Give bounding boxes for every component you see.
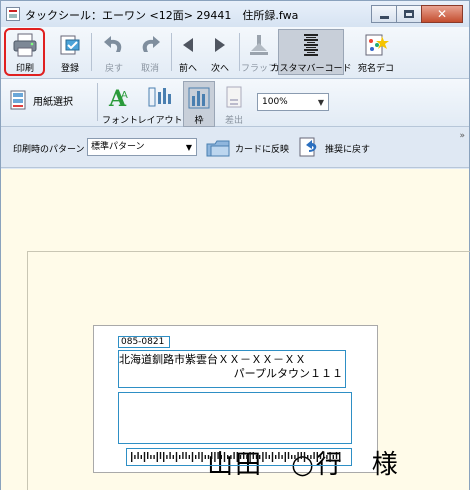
custom-barcode-label: カスタマバーコード bbox=[270, 64, 352, 74]
window-title: タックシール：エーワン <12面> 29441 住所録.fwa bbox=[25, 9, 299, 22]
redo-arrow-icon bbox=[136, 31, 164, 59]
deco-icon bbox=[362, 31, 390, 59]
label-preview[interactable]: 085-0821 北海道釧路市紫雲台ＸＸ－ＸＸ－ＸＸ パープルタウン１１１ 山田… bbox=[93, 325, 398, 480]
frame-button[interactable]: 枠 bbox=[183, 81, 215, 127]
print-button[interactable]: 印刷 bbox=[7, 29, 43, 75]
design-canvas[interactable]: 085-0821 北海道釧路市紫雲台ＸＸ－ＸＸ－ＸＸ パープルタウン１１１ 山田… bbox=[1, 169, 470, 490]
sender-button[interactable]: 差出 bbox=[219, 81, 249, 127]
address-field[interactable]: 北海道釧路市紫雲台ＸＸ－ＸＸ－ＸＸ パープルタウン１１１ bbox=[118, 350, 346, 388]
register-button[interactable]: 登録 bbox=[53, 29, 87, 75]
window-controls: ✕ bbox=[371, 5, 463, 23]
register-label: 登録 bbox=[60, 64, 79, 74]
separator bbox=[91, 33, 92, 71]
custom-barcode-button[interactable]: カスタマバーコード bbox=[271, 29, 352, 75]
undo-arrow-icon bbox=[100, 31, 128, 59]
separator bbox=[239, 33, 240, 71]
register-icon bbox=[56, 31, 84, 59]
main-toolbar: 印刷 登録 戻す 取消 前へ 次へ フラップ カスタマバーコード 宛名デコ bbox=[1, 27, 469, 79]
layout-label: レイアウト bbox=[137, 116, 183, 126]
sender-label: 差出 bbox=[224, 116, 243, 126]
minimize-button[interactable] bbox=[371, 5, 397, 23]
flap-icon bbox=[245, 31, 273, 59]
close-button[interactable]: ✕ bbox=[421, 5, 463, 23]
maximize-icon bbox=[404, 10, 414, 18]
pattern-label: 印刷時のパターン bbox=[13, 145, 85, 155]
card-apply-icon bbox=[205, 136, 233, 160]
layout-icon bbox=[146, 83, 174, 111]
pattern-select[interactable]: 標準パターン ▼ bbox=[87, 138, 197, 156]
customer-barcode bbox=[131, 452, 341, 462]
font-icon: AA bbox=[106, 83, 134, 111]
zoom-select[interactable]: 100% ▼ bbox=[257, 93, 329, 111]
restore-icon bbox=[297, 136, 323, 160]
recipient-name-field[interactable]: 山田 ○行 様 bbox=[118, 392, 398, 480]
printer-icon bbox=[11, 31, 39, 59]
paper-select-button[interactable]: 用紙選択 bbox=[9, 89, 73, 111]
next-button[interactable]: 次へ bbox=[207, 29, 233, 75]
separator bbox=[171, 33, 172, 71]
postal-code-field[interactable]: 085-0821 bbox=[118, 336, 170, 348]
close-icon: ✕ bbox=[436, 7, 448, 21]
font-label: フォント bbox=[102, 116, 139, 126]
barcode-icon bbox=[297, 32, 325, 59]
maximize-button[interactable] bbox=[396, 5, 422, 23]
toolbar-overflow-icon[interactable]: » bbox=[459, 131, 465, 141]
address-deco-button[interactable]: 宛名デコ bbox=[353, 29, 399, 75]
address-deco-label: 宛名デコ bbox=[357, 64, 394, 74]
postal-code-text: 085-0821 bbox=[121, 337, 165, 347]
pattern-value: 標準パターン bbox=[91, 142, 145, 152]
zoom-value: 100% bbox=[262, 97, 288, 107]
restore-recommended-label: 推奨に戻す bbox=[325, 144, 371, 155]
paper-icon bbox=[9, 89, 31, 111]
application-window: タックシール：エーワン <12面> 29441 住所録.fwa ✕ 印刷 登録 bbox=[0, 0, 470, 490]
prev-button[interactable]: 前へ bbox=[175, 29, 201, 75]
pattern-toolbar: 印刷時のパターン 標準パターン ▼ カードに反映 推奨に戻す bbox=[1, 128, 469, 168]
font-button[interactable]: AA フォント bbox=[102, 81, 139, 127]
chevron-down-icon: ▼ bbox=[317, 98, 324, 107]
undo-label: 戻す bbox=[104, 64, 123, 74]
app-icon[interactable] bbox=[6, 7, 20, 21]
layout-button[interactable]: レイアウト bbox=[138, 81, 183, 127]
separator bbox=[97, 83, 98, 121]
address-line2: パープルタウン１１１ bbox=[233, 367, 343, 380]
title-bar[interactable]: タックシール：エーワン <12面> 29441 住所録.fwa ✕ bbox=[1, 1, 469, 27]
chevron-down-icon: ▼ bbox=[185, 143, 192, 152]
prev-label: 前へ bbox=[178, 64, 197, 74]
undo-button[interactable]: 戻す bbox=[97, 29, 131, 75]
svg-text:A: A bbox=[121, 90, 128, 101]
print-label: 印刷 bbox=[15, 64, 34, 74]
apply-to-card-button[interactable]: カードに反映 bbox=[205, 136, 289, 160]
left-triangle-icon bbox=[174, 31, 202, 59]
cancel-label: 取消 bbox=[140, 64, 159, 74]
sender-icon bbox=[220, 83, 248, 111]
apply-to-card-label: カードに反映 bbox=[235, 144, 290, 155]
frame-label: 枠 bbox=[194, 116, 204, 126]
next-label: 次へ bbox=[210, 64, 229, 74]
customer-barcode-field[interactable] bbox=[126, 448, 352, 466]
paper-select-label: 用紙選択 bbox=[33, 96, 73, 108]
redo-cancel-button[interactable]: 取消 bbox=[133, 29, 167, 75]
right-triangle-icon bbox=[206, 31, 234, 59]
restore-recommended-button[interactable]: 推奨に戻す bbox=[297, 136, 370, 160]
minimize-icon bbox=[379, 15, 389, 19]
frame-icon bbox=[185, 84, 213, 111]
edit-toolbar: 用紙選択 AA フォント レイアウト 枠 差出 100% ▼ bbox=[1, 79, 469, 127]
